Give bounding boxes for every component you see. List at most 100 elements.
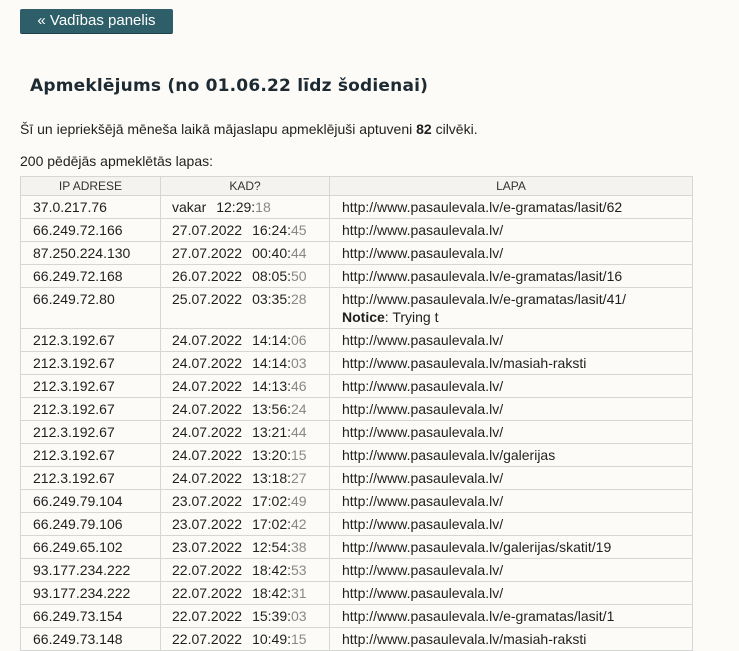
ip-address-cell: 212.3.192.67 xyxy=(20,397,161,421)
visit-time-cell: 22.07.2022 18:42:31 xyxy=(160,581,330,605)
ip-address-cell: 212.3.192.67 xyxy=(20,351,161,375)
visit-date: 24.07.2022 xyxy=(172,447,243,463)
page-url-link[interactable]: http://www.pasaulevala.lv/masiah-raksti xyxy=(342,355,586,371)
page-url-link[interactable]: http://www.pasaulevala.lv/e-gramatas/las… xyxy=(342,268,622,284)
page-url-cell: http://www.pasaulevala.lv/ xyxy=(329,420,693,444)
page-url-link[interactable]: http://www.pasaulevala.lv/ xyxy=(342,222,503,238)
page-url-link[interactable]: http://www.pasaulevala.lv/masiah-raksti xyxy=(342,631,586,647)
visit-time: 18:42: xyxy=(252,562,292,578)
table-row: 66.249.72.80 25.07.2022 03:35:28 http://www… xyxy=(20,287,693,329)
visit-seconds: 44 xyxy=(291,245,307,261)
table-row: 212.3.192.67 24.07.2022 13:20:15 http://www… xyxy=(20,443,693,467)
visit-time: 14:13: xyxy=(252,378,292,394)
table-row: 212.3.192.67 24.07.2022 13:21:44 http://www… xyxy=(20,420,693,444)
visit-date: 22.07.2022 xyxy=(172,585,243,601)
ip-address-cell: 212.3.192.67 xyxy=(20,466,161,490)
visit-date: vakar xyxy=(172,199,207,215)
visit-date: 23.07.2022 xyxy=(172,493,243,509)
page-url-link[interactable]: http://www.pasaulevala.lv/ xyxy=(342,378,503,394)
page-url-link[interactable]: http://www.pasaulevala.lv/ xyxy=(342,424,503,440)
page-url-link[interactable]: http://www.pasaulevala.lv/ xyxy=(342,245,503,261)
ip-address-cell: 37.0.217.76 xyxy=(20,195,161,219)
visit-time: 08:05: xyxy=(252,268,292,284)
visit-time-cell: vakar 12:29:18 xyxy=(160,195,330,219)
page-url-link[interactable]: http://www.pasaulevala.lv/ xyxy=(342,585,503,601)
table-row: 66.249.72.168 26.07.2022 08:05:50 http://ww… xyxy=(20,264,693,288)
visit-date: 27.07.2022 xyxy=(172,222,243,238)
page-url-cell: http://www.pasaulevala.lv/ xyxy=(329,581,693,605)
visit-date: 22.07.2022 xyxy=(172,608,243,624)
visit-time: 13:21: xyxy=(252,424,292,440)
visit-time: 13:56: xyxy=(252,401,292,417)
visit-time-cell: 23.07.2022 12:54:38 xyxy=(160,535,330,559)
notice-text: : Trying t xyxy=(384,309,439,325)
visits-table-body: 37.0.217.76 vakar 12:29:18 http://www.pasau… xyxy=(20,195,693,651)
visit-time-cell: 25.07.2022 03:35:28 xyxy=(160,287,330,329)
visit-time: 10:49: xyxy=(252,631,292,647)
visit-time: 12:54: xyxy=(252,539,292,555)
page-url-link[interactable]: http://www.pasaulevala.lv/ xyxy=(342,562,503,578)
page-url-link[interactable]: http://www.pasaulevala.lv/e-gramatas/las… xyxy=(342,608,614,624)
ip-address-cell: 66.249.73.148 xyxy=(20,627,161,651)
table-row: 212.3.192.67 24.07.2022 14:13:46 http://www… xyxy=(20,374,693,398)
ip-address-cell: 212.3.192.67 xyxy=(20,443,161,467)
visits-table: IP ADRESE KAD? LAPA 37.0.217.76 vakar 12:2… xyxy=(20,176,693,651)
page-url-cell: http://www.pasaulevala.lv/masiah-raksti xyxy=(329,351,693,375)
visit-seconds: 15 xyxy=(291,447,307,463)
visit-date: 24.07.2022 xyxy=(172,470,243,486)
page-url-cell: http://www.pasaulevala.lv/e-gramatas/las… xyxy=(329,604,693,628)
ip-address-cell: 93.177.234.222 xyxy=(20,558,161,582)
table-header-row: IP ADRESE KAD? LAPA xyxy=(20,176,693,196)
page-url-link[interactable]: http://www.pasaulevala.lv/ xyxy=(342,516,503,532)
visit-seconds: 27 xyxy=(291,470,307,486)
page-url-link[interactable]: http://www.pasaulevala.lv/ xyxy=(342,401,503,417)
visit-date: 23.07.2022 xyxy=(172,516,243,532)
page-url-link[interactable]: http://www.pasaulevala.lv/galerijas xyxy=(342,447,555,463)
visit-seconds: 06 xyxy=(291,332,307,348)
visit-time: 00:40: xyxy=(252,245,292,261)
visit-seconds: 31 xyxy=(291,585,307,601)
page-url-cell: http://www.pasaulevala.lv/ xyxy=(329,512,693,536)
table-row: 93.177.234.222 22.07.2022 18:42:53 http://w… xyxy=(20,558,693,582)
table-row: 93.177.234.222 22.07.2022 18:42:31 http://w… xyxy=(20,581,693,605)
visit-time: 12:29: xyxy=(216,199,256,215)
column-header-page: LAPA xyxy=(329,176,693,196)
visit-seconds: 42 xyxy=(291,516,307,532)
visit-seconds: 28 xyxy=(291,291,307,307)
visit-time-cell: 24.07.2022 14:14:03 xyxy=(160,351,330,375)
visit-date: 27.07.2022 xyxy=(172,245,243,261)
visit-time-cell: 24.07.2022 13:21:44 xyxy=(160,420,330,444)
ip-address-cell: 66.249.79.104 xyxy=(20,489,161,513)
visit-seconds: 18 xyxy=(255,199,271,215)
visit-time: 14:14: xyxy=(252,355,292,371)
visit-time-cell: 24.07.2022 14:14:06 xyxy=(160,328,330,352)
page-url-link[interactable]: http://www.pasaulevala.lv/e-gramatas/las… xyxy=(342,199,622,215)
page-url-link[interactable]: http://www.pasaulevala.lv/ xyxy=(342,332,503,348)
visit-time-cell: 24.07.2022 13:20:15 xyxy=(160,443,330,467)
visit-seconds: 53 xyxy=(291,562,307,578)
column-header-ip: IP ADRESE xyxy=(20,176,161,196)
ip-address-cell: 66.249.72.168 xyxy=(20,264,161,288)
visit-date: 24.07.2022 xyxy=(172,378,243,394)
back-to-dashboard-button[interactable]: « Vadības panelis xyxy=(20,9,173,34)
table-row: 212.3.192.67 24.07.2022 14:14:03 http://www… xyxy=(20,351,693,375)
page-url-cell: http://www.pasaulevala.lv/ xyxy=(329,374,693,398)
page-url-link[interactable]: http://www.pasaulevala.lv/ xyxy=(342,493,503,509)
table-row: 66.249.79.104 23.07.2022 17:02:49 http://ww… xyxy=(20,489,693,513)
visit-date: 26.07.2022 xyxy=(172,268,243,284)
page-url-link[interactable]: http://www.pasaulevala.lv/ xyxy=(342,470,503,486)
visit-time-cell: 22.07.2022 10:49:15 xyxy=(160,627,330,651)
page-url-link[interactable]: http://www.pasaulevala.lv/e-gramatas/las… xyxy=(342,291,626,307)
visit-time-cell: 23.07.2022 17:02:42 xyxy=(160,512,330,536)
page-url-link[interactable]: http://www.pasaulevala.lv/galerijas/skat… xyxy=(342,539,611,555)
ip-address-cell: 212.3.192.67 xyxy=(20,328,161,352)
visitor-count: 82 xyxy=(416,121,432,137)
visit-time-cell: 27.07.2022 16:24:45 xyxy=(160,218,330,242)
visit-time-cell: 22.07.2022 15:39:03 xyxy=(160,604,330,628)
table-row: 87.250.224.130 27.07.2022 00:40:44 http://w… xyxy=(20,241,693,265)
summary-text-before: Šī un iepriekšējā mēneša laikā mājaslapu… xyxy=(20,121,417,137)
page-url-cell: http://www.pasaulevala.lv/e-gramatas/las… xyxy=(329,287,693,329)
ip-address-cell: 66.249.72.166 xyxy=(20,218,161,242)
visit-date: 25.07.2022 xyxy=(172,291,243,307)
visit-time: 15:39: xyxy=(252,608,292,624)
